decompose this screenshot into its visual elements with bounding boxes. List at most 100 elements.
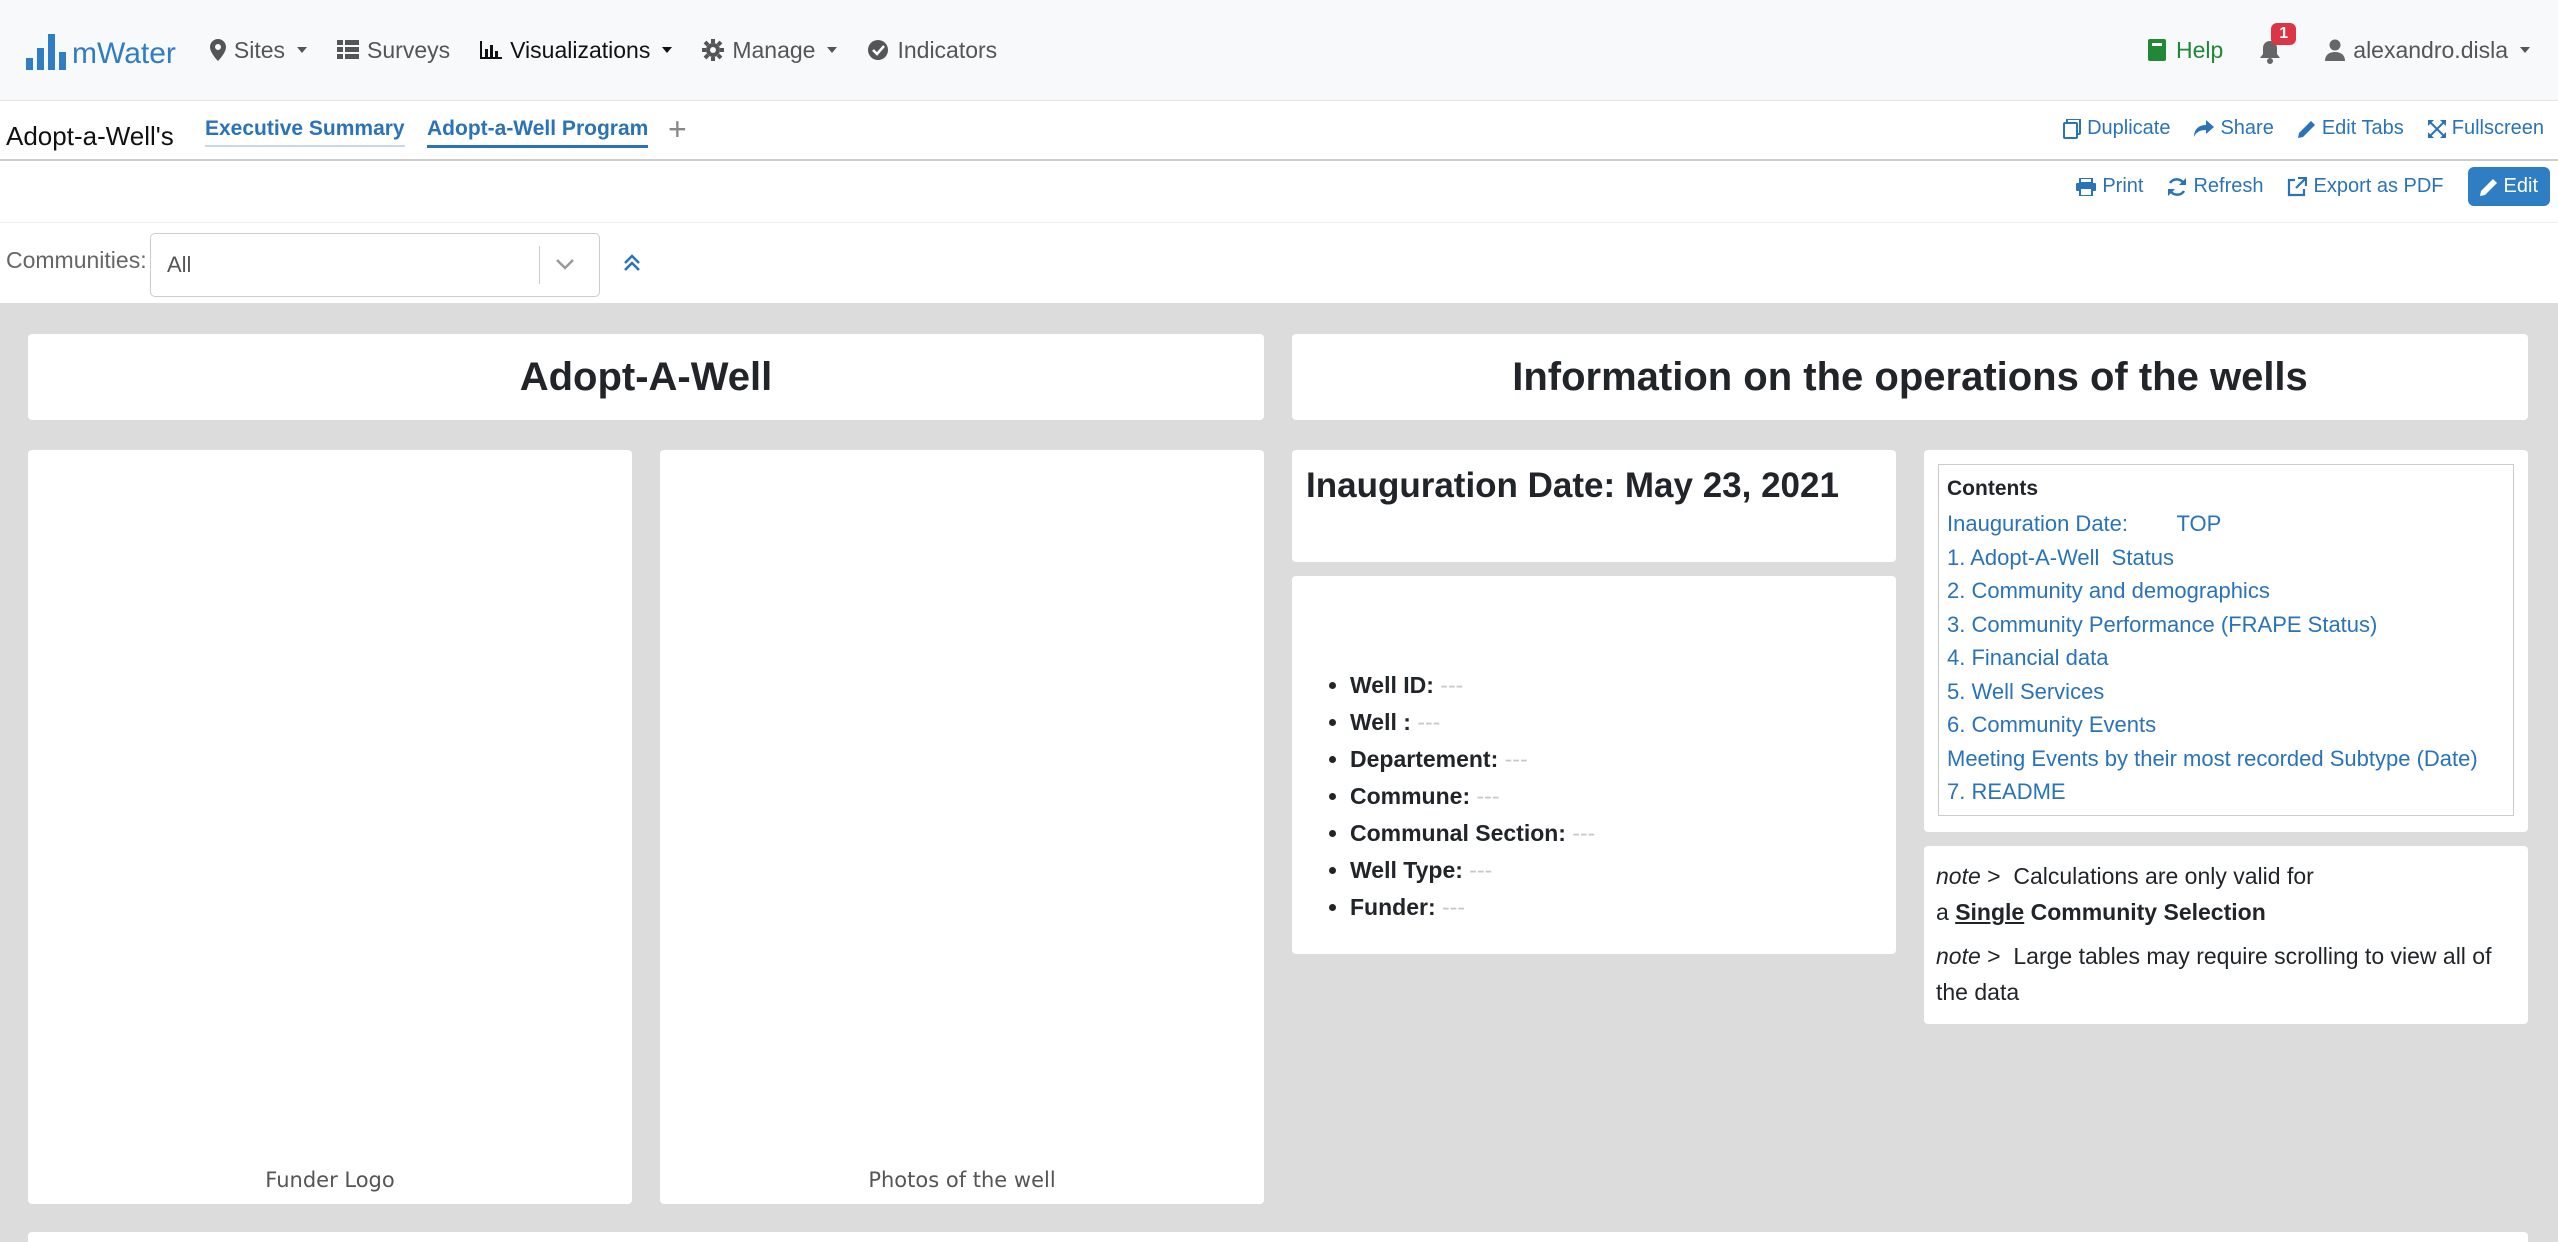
inauguration-widget: Inauguration Date: May 23, 2021 [1292,450,1896,562]
bar-chart-icon [480,41,503,59]
user-menu[interactable]: alexandro.disla [2325,37,2530,64]
toc-link-performance[interactable]: 3. Community Performance (FRAPE Status) [1947,608,2505,642]
brand-logo[interactable]: mWater [26,30,176,70]
operations-title-widget: Information on the operations of the wel… [1292,334,2528,420]
print-icon [2076,177,2097,196]
check-circle-icon [868,40,889,60]
nav-indicators-label: Indicators [897,36,998,63]
well-label: Well : [1350,709,1411,735]
inauguration-date: Inauguration Date: May 23, 2021 [1306,466,1839,505]
table-of-contents: Contents Inauguration Date: TOP 1. Adopt… [1938,464,2514,816]
communal-section-value: --- [1572,820,1596,846]
nav-sites-label: Sites [233,36,286,63]
adopt-a-well-title: Adopt-A-Well [519,355,773,399]
list-item: Departement: --- [1350,746,1595,773]
toc-link-community[interactable]: 2. Community and demographics [1947,574,2505,608]
well-photos-widget: Photos of the well [660,450,1264,1204]
gear-icon [702,39,725,61]
tab-executive-summary[interactable]: Executive Summary [205,117,405,147]
export-pdf-label: Export as PDF [2313,175,2444,197]
dashboard-title: Adopt-a-Well's [6,121,174,151]
well-info-widget: Well ID: --- Well : --- Departement: ---… [1292,576,1896,954]
nav-visualizations[interactable]: Visualizations [480,36,673,64]
note1-text: Calculations are only valid for [2013,863,2314,889]
contents-heading: Contents [1947,477,2038,500]
username: alexandro.disla [2353,36,2508,63]
help-button[interactable]: Help [2147,37,2223,64]
departement-value: --- [1504,746,1528,772]
list-item: Commune: --- [1350,783,1595,810]
pencil-icon [2297,120,2315,138]
well-type-value: --- [1469,857,1493,883]
note1-a: a [1936,899,1949,925]
edit-button[interactable]: Edit [2467,167,2550,206]
funder-logo-caption: Funder Logo [265,1168,395,1192]
refresh-label: Refresh [2193,175,2264,197]
nav-manage-label: Manage [732,36,816,63]
edit-tabs-button[interactable]: Edit Tabs [2297,117,2404,140]
refresh-button[interactable]: Refresh [2167,175,2263,198]
nav-visualizations-label: Visualizations [510,36,651,63]
user-icon [2325,39,2346,61]
well-type-label: Well Type: [1350,857,1463,883]
refresh-icon [2168,177,2187,196]
list-item: Well Type: --- [1350,857,1595,884]
add-tab-button[interactable]: + [668,111,687,148]
select-separator [539,246,540,284]
chevron-down-icon [827,47,838,53]
adopt-a-well-title-widget: Adopt-A-Well [28,334,1264,420]
pencil-icon [2479,178,2497,196]
note-prefix: note [1936,943,1981,969]
export-pdf-button[interactable]: Export as PDF [2287,175,2444,198]
list-item: Well ID: --- [1350,672,1595,699]
brand-bars-icon [26,34,66,70]
chevron-down-icon[interactable] [555,254,575,274]
dashboard-tabs-bar: Adopt-a-Well's Executive Summary Adopt-a… [0,101,2558,161]
funder-label: Funder: [1350,894,1436,920]
toc-link-meeting-events[interactable]: Meeting Events by their most recorded Su… [1947,742,2505,776]
fullscreen-label: Fullscreen [2451,117,2544,139]
toc-link-status[interactable]: 1. Adopt-A-Well Status [1947,541,2505,575]
collapse-filters-icon[interactable] [622,251,642,273]
nav-surveys-label: Surveys [367,36,451,63]
note-calculations: note > Calculations are only valid for a… [1936,858,2516,930]
chevron-down-icon [662,47,673,53]
operations-title: Information on the operations of the wel… [1512,355,2308,399]
brand-name: mWater [72,37,176,70]
toc-link-events[interactable]: 6. Community Events [1947,708,2505,742]
well-value: --- [1417,709,1441,735]
well-id-label: Well ID: [1350,672,1434,698]
note-arrow: > [1987,943,2001,969]
toc-link-services[interactable]: 5. Well Services [1947,675,2505,709]
nav-indicators[interactable]: Indicators [867,37,997,64]
well-id-value: --- [1440,672,1464,698]
note2-text: Large tables may require scrolling to vi… [1936,943,2492,1005]
note1-rest: Community Selection [2030,899,2266,925]
toc-link-inauguration[interactable]: Inauguration Date: TOP [1947,507,2505,541]
commune-value: --- [1476,783,1500,809]
share-button[interactable]: Share [2194,117,2274,140]
communities-filter-label: Communities: [6,247,147,273]
print-label: Print [2102,175,2144,197]
print-button[interactable]: Print [2076,175,2143,198]
toc-link-readme[interactable]: 7. README [1947,775,2505,809]
tab-adopt-a-well-program[interactable]: Adopt-a-Well Program [427,117,649,148]
fullscreen-button[interactable]: Fullscreen [2427,117,2544,140]
communities-select[interactable]: All [150,233,600,297]
top-navbar: mWater Sites Surveys Visualizations Mana… [0,0,2558,101]
edit-label: Edit [2503,175,2538,197]
well-photos-caption: Photos of the well [868,1168,1056,1192]
toc-link-financial[interactable]: 4. Financial data [1947,641,2505,675]
duplicate-label: Duplicate [2087,117,2171,139]
list-item: Funder: --- [1350,894,1595,921]
nav-surveys[interactable]: Surveys [337,37,450,64]
communities-select-value: All [167,252,192,277]
next-widget [28,1232,2528,1242]
copy-icon [2063,118,2082,139]
nav-sites[interactable]: Sites [209,36,308,64]
duplicate-button[interactable]: Duplicate [2063,117,2170,140]
notifications-button[interactable]: 1 [2259,23,2297,65]
note1-single: Single [1955,899,2025,925]
contents-widget: Contents Inauguration Date: TOP 1. Adopt… [1924,450,2528,832]
nav-manage[interactable]: Manage [702,36,838,64]
